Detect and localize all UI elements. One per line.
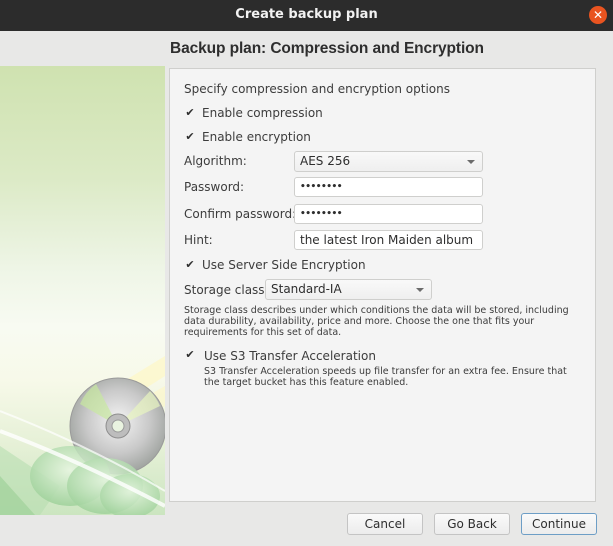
enable-encryption-label[interactable]: Enable encryption: [202, 130, 311, 144]
hint-label: Hint:: [184, 233, 213, 247]
page-title: Backup plan: Compression and Encryption: [170, 40, 484, 57]
storage-class-label: Storage class:: [184, 283, 269, 297]
confirm-password-label: Confirm password:: [184, 207, 297, 221]
storage-class-select[interactable]: Standard-IA: [265, 279, 432, 300]
go-back-button[interactable]: Go Back: [434, 513, 510, 535]
cd-cloud-graphic: [0, 356, 165, 515]
window-titlebar: Create backup plan ✕: [0, 0, 613, 31]
cancel-button[interactable]: Cancel: [347, 513, 423, 535]
transfer-acceleration-description: S3 Transfer Acceleration speeds up file …: [204, 366, 567, 388]
confirm-password-field[interactable]: ••••••••: [294, 204, 483, 224]
password-field[interactable]: ••••••••: [294, 177, 483, 197]
intro-text: Specify compression and encryption optio…: [184, 82, 451, 96]
window-title: Create backup plan: [235, 7, 378, 22]
server-side-encryption-checkbox[interactable]: ✔: [184, 259, 196, 271]
enable-encryption-checkbox[interactable]: ✔: [184, 131, 196, 143]
close-icon[interactable]: ✕: [589, 6, 607, 24]
enable-compression-checkbox[interactable]: ✔: [184, 107, 196, 119]
enable-compression-label[interactable]: Enable compression: [202, 106, 323, 120]
chevron-down-icon: [416, 288, 424, 292]
algorithm-value: AES 256: [300, 154, 351, 168]
algorithm-select[interactable]: AES 256: [294, 151, 483, 172]
server-side-encryption-label[interactable]: Use Server Side Encryption: [202, 258, 366, 272]
transfer-acceleration-label[interactable]: Use S3 Transfer Acceleration: [204, 349, 376, 363]
storage-class-value: Standard-IA: [271, 282, 342, 296]
storage-class-description: Storage class describes under which cond…: [184, 305, 569, 338]
backup-illustration: [0, 66, 165, 515]
transfer-acceleration-checkbox[interactable]: ✔: [184, 349, 196, 361]
chevron-down-icon: [467, 160, 475, 164]
hint-field[interactable]: the latest Iron Maiden album: [294, 230, 483, 250]
continue-button[interactable]: Continue: [521, 513, 597, 535]
password-label: Password:: [184, 180, 245, 194]
algorithm-label: Algorithm:: [184, 154, 247, 168]
